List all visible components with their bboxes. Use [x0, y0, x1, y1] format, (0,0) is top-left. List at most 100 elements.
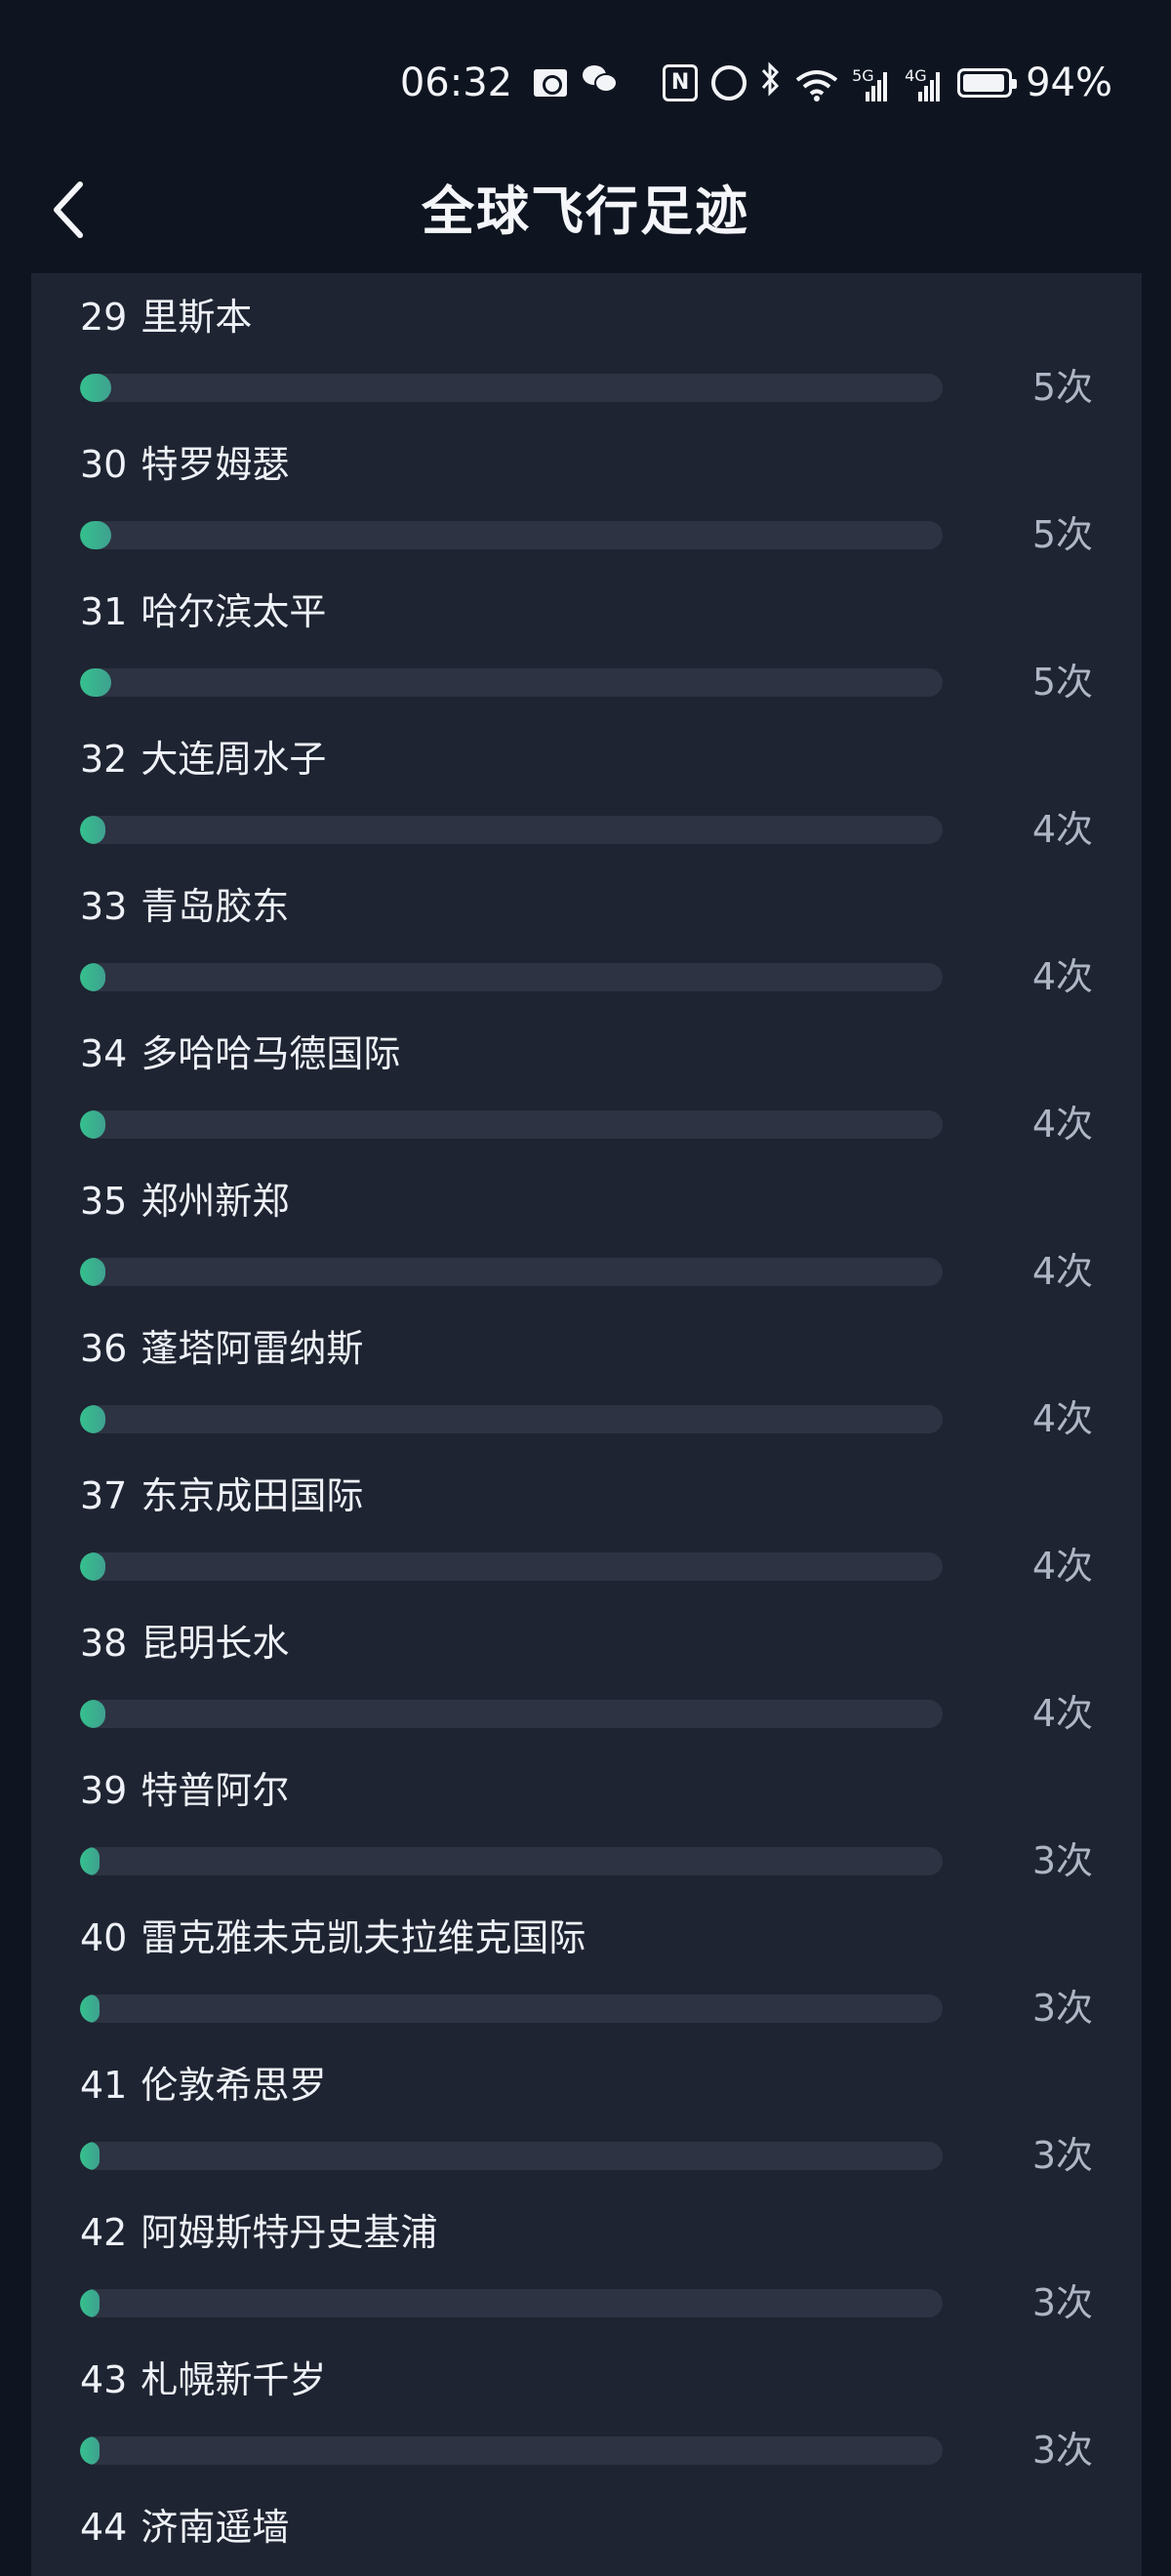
- list-item[interactable]: 39 特普阿尔 3次: [31, 1760, 1142, 1908]
- visit-count: 3次: [1031, 2134, 1093, 2177]
- airport-label: 43 札幌新千岁: [80, 2350, 326, 2403]
- wechat-icon: [581, 63, 619, 103]
- visit-count: 4次: [1031, 1397, 1093, 1440]
- signal-5g-icon: 5G: [852, 66, 891, 101]
- frequency-bar-fill: [80, 1700, 105, 1728]
- status-icons: 06:32 N 5G 4G 94%: [400, 60, 1112, 105]
- frequency-bar-fill: [80, 374, 111, 402]
- airport-name: 特普阿尔: [141, 1769, 290, 1812]
- frequency-bar-track: [80, 1994, 943, 2023]
- frequency-bar-track: [80, 668, 943, 697]
- list-item[interactable]: 37 东京成田国际 4次: [31, 1466, 1142, 1613]
- frequency-bar-track: [80, 963, 943, 991]
- visit-count: 5次: [1031, 366, 1093, 409]
- airport-name: 济南遥墙: [141, 2506, 290, 2549]
- airport-label: 36 蓬塔阿雷纳斯: [80, 1318, 363, 1372]
- frequency-bar-track: [80, 1552, 943, 1581]
- airport-rank: 43: [80, 2358, 128, 2401]
- frequency-bar-track: [80, 1258, 943, 1286]
- frequency-bar-track: [80, 2289, 943, 2317]
- visit-count: 4次: [1031, 1250, 1093, 1293]
- airport-name: 蓬塔阿雷纳斯: [141, 1327, 364, 1370]
- visit-count: 4次: [1031, 955, 1093, 998]
- airport-ranking-list[interactable]: 29 里斯本 5次 30 特罗姆瑟 5次 31 哈尔滨太平 5次 32 大连周水子 4次 33 青岛胶东 4…: [31, 273, 1142, 2576]
- frequency-bar-fill: [80, 2289, 100, 2317]
- status-time: 06:32: [399, 60, 513, 105]
- airport-label: 44 济南遥墙: [80, 2497, 289, 2551]
- airport-rank: 38: [80, 1622, 128, 1665]
- airport-rank: 29: [80, 296, 128, 339]
- airport-name: 多哈哈马德国际: [141, 1032, 401, 1075]
- frequency-bar-fill: [80, 1258, 105, 1286]
- airport-rank: 30: [80, 443, 128, 486]
- airport-label: 30 特罗姆瑟: [80, 434, 289, 488]
- visit-count: 3次: [1031, 2281, 1093, 2324]
- airport-label: 40 雷克雅未克凯夫拉维克国际: [80, 1908, 586, 1961]
- visit-count: 3次: [1031, 1987, 1093, 2030]
- airport-rank: 39: [80, 1769, 128, 1812]
- frequency-bar-track: [80, 1847, 943, 1875]
- frequency-bar-track: [80, 374, 943, 402]
- airport-label: 34 多哈哈马德国际: [80, 1024, 400, 1077]
- frequency-bar-fill: [80, 1847, 100, 1875]
- frequency-bar-fill: [80, 521, 111, 549]
- frequency-bar-fill: [80, 963, 105, 991]
- alarm-icon: [711, 65, 747, 101]
- frequency-bar-fill: [80, 2142, 100, 2170]
- list-item[interactable]: 31 哈尔滨太平 5次: [31, 582, 1142, 729]
- frequency-bar-track: [80, 1700, 943, 1728]
- visit-count: 4次: [1031, 808, 1093, 851]
- mail-icon: [534, 69, 568, 97]
- airport-name: 东京成田国际: [141, 1474, 364, 1517]
- airport-name: 札幌新千岁: [141, 2358, 327, 2401]
- airport-label: 32 大连周水子: [80, 729, 326, 783]
- list-item[interactable]: 42 阿姆斯特丹史基浦 3次: [31, 2202, 1142, 2350]
- airport-rank: 41: [80, 2064, 128, 2107]
- battery-percent: 94%: [1026, 60, 1112, 105]
- nfc-icon: N: [663, 64, 699, 101]
- airport-rank: 35: [80, 1180, 128, 1223]
- list-item[interactable]: 41 伦敦希思罗 3次: [31, 2055, 1142, 2202]
- bluetooth-icon: [760, 60, 782, 105]
- list-item[interactable]: 44 济南遥墙 3次: [31, 2497, 1142, 2576]
- airport-label: 38 昆明长水: [80, 1613, 289, 1667]
- airport-label: 29 里斯本: [80, 287, 252, 341]
- airport-rank: 33: [80, 885, 128, 928]
- page-title: 全球飞行足迹: [422, 181, 749, 242]
- airport-name: 大连周水子: [141, 738, 327, 781]
- airport-name: 昆明长水: [141, 1622, 290, 1665]
- list-item[interactable]: 30 特罗姆瑟 5次: [31, 434, 1142, 582]
- wifi-icon: [795, 66, 838, 101]
- airport-rank: 34: [80, 1032, 128, 1075]
- list-item[interactable]: 34 多哈哈马德国际 4次: [31, 1024, 1142, 1171]
- airport-label: 42 阿姆斯特丹史基浦: [80, 2202, 437, 2256]
- frequency-bar-fill: [80, 1552, 105, 1581]
- battery-icon: [957, 68, 1018, 98]
- visit-count: 3次: [1031, 1839, 1093, 1882]
- airport-rank: 36: [80, 1327, 128, 1370]
- frequency-bar-track: [80, 2142, 943, 2170]
- signal-4g-icon: 4G: [905, 66, 944, 101]
- list-item[interactable]: 32 大连周水子 4次: [31, 729, 1142, 876]
- header-bar: 全球飞行足迹: [0, 146, 1171, 273]
- list-item[interactable]: 29 里斯本 5次: [31, 287, 1142, 434]
- airport-name: 雷克雅未克凯夫拉维克国际: [141, 1916, 586, 1959]
- signal-5g-label: 5G: [852, 66, 874, 85]
- visit-count: 4次: [1031, 1692, 1093, 1735]
- list-item[interactable]: 38 昆明长水 4次: [31, 1613, 1142, 1760]
- list-item[interactable]: 40 雷克雅未克凯夫拉维克国际 3次: [31, 1908, 1142, 2055]
- frequency-bar-track: [80, 1110, 943, 1139]
- airport-name: 特罗姆瑟: [141, 443, 290, 486]
- airport-rank: 31: [80, 590, 128, 633]
- list-item[interactable]: 43 札幌新千岁 3次: [31, 2350, 1142, 2497]
- frequency-bar-fill: [80, 1110, 105, 1139]
- list-item[interactable]: 33 青岛胶东 4次: [31, 876, 1142, 1024]
- airport-label: 37 东京成田国际: [80, 1466, 363, 1519]
- frequency-bar-track: [80, 2436, 943, 2465]
- list-item[interactable]: 35 郑州新郑 4次: [31, 1171, 1142, 1318]
- visit-count: 4次: [1031, 1103, 1093, 1146]
- visit-count: 3次: [1031, 2429, 1093, 2472]
- list-item[interactable]: 36 蓬塔阿雷纳斯 4次: [31, 1318, 1142, 1466]
- signal-4g-label: 4G: [905, 66, 927, 85]
- visit-count: 4次: [1031, 1545, 1093, 1588]
